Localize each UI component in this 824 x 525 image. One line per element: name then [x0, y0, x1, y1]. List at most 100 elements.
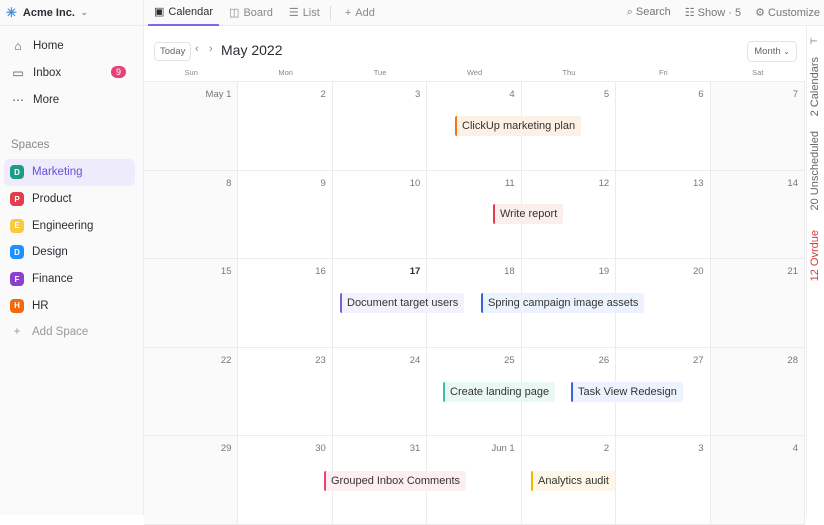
day-number: 27: [692, 354, 704, 366]
space-hr[interactable]: H HR: [4, 292, 135, 319]
list-icon: ☰: [288, 7, 299, 19]
next-month-button[interactable]: ›: [209, 43, 213, 55]
day-number: 10: [409, 177, 421, 189]
nav-label: Home: [33, 39, 64, 52]
calendars-tab[interactable]: 2 Calendars: [809, 57, 821, 116]
day-number: 16: [315, 266, 326, 278]
day-cell[interactable]: 21: [710, 259, 805, 348]
chevron-down-icon: ⌄: [80, 8, 88, 17]
day-number: 21: [787, 266, 798, 278]
prev-month-button[interactable]: ‹: [195, 43, 199, 55]
inbox-icon: ▭: [12, 65, 24, 80]
overdue-tab[interactable]: 12 Ovrdue: [809, 230, 821, 281]
calendar-event[interactable]: ClickUp marketing plan: [455, 116, 582, 136]
calendar-event[interactable]: Document target users: [340, 293, 465, 313]
calendar-event[interactable]: Grouped Inbox Comments: [324, 471, 467, 491]
inbox-badge: 9: [110, 66, 126, 78]
day-number: 11: [504, 177, 515, 189]
tab-board[interactable]: ◫ Board: [223, 0, 279, 26]
customize-button[interactable]: ⚙ Customize: [755, 6, 820, 19]
tab-label: Board: [243, 6, 273, 19]
workspace-switcher[interactable]: ✳ Acme Inc. ⌄: [0, 0, 143, 26]
show-button[interactable]: ☷ Show · 5: [685, 6, 741, 19]
day-cell[interactable]: 6: [616, 82, 711, 171]
day-number: 6: [698, 89, 704, 100]
day-cell[interactable]: 30: [238, 436, 333, 525]
space-finance[interactable]: F Finance: [4, 266, 135, 293]
view-mode-dropdown[interactable]: Month ⌄: [747, 41, 797, 62]
weekday-label: Fri: [658, 68, 668, 77]
add-space-button[interactable]: + Add Space: [4, 319, 135, 346]
space-avatar: P: [10, 192, 24, 207]
day-cell[interactable]: 22: [144, 347, 239, 437]
chevron-down-icon: ⌄: [783, 47, 790, 56]
day-cell[interactable]: 2: [238, 82, 333, 171]
day-number: 26: [598, 354, 610, 366]
collapse-icon[interactable]: ⊤: [809, 37, 819, 45]
day-number: May 1: [205, 89, 232, 100]
day-number: 29: [220, 443, 232, 455]
view-tabs-bar: ▣ Calendar ◫ Board ☰ List + Add ⌕ Search ☷ S…: [144, 0, 824, 26]
space-avatar: D: [10, 165, 24, 180]
day-cell[interactable]: 24: [332, 347, 428, 437]
space-label: Design: [32, 246, 68, 259]
space-design[interactable]: D Design: [4, 239, 135, 266]
day-cell[interactable]: 10: [332, 170, 428, 260]
nav-more[interactable]: ⋯ More: [0, 86, 143, 113]
day-number: 3: [698, 443, 704, 455]
plus-icon: +: [13, 326, 21, 339]
space-label: Product: [32, 193, 72, 206]
day-number: 9: [320, 177, 326, 189]
calendar-event[interactable]: Task View Redesign: [571, 382, 683, 402]
unscheduled-tab[interactable]: 20 Unscheduled: [809, 131, 821, 211]
today-button[interactable]: Today: [154, 42, 192, 61]
calendar-event[interactable]: Write report: [493, 204, 564, 224]
gear-icon: ⚙: [755, 7, 765, 19]
day-cell[interactable]: 3: [332, 82, 428, 171]
nav-label: Inbox: [33, 66, 62, 79]
space-avatar: F: [10, 272, 24, 287]
day-cell[interactable]: 29: [144, 436, 239, 525]
day-cell[interactable]: May 1: [144, 82, 239, 171]
search-icon: ⌕: [626, 6, 633, 18]
day-cell[interactable]: 28: [710, 347, 805, 437]
day-cell[interactable]: 16: [238, 259, 333, 348]
calendar-event[interactable]: Analytics audit: [531, 471, 615, 491]
sliders-icon: ☷: [684, 7, 695, 19]
weekday-label: Wed: [466, 68, 483, 77]
day-cell[interactable]: 8: [144, 170, 239, 260]
day-cell[interactable]: 9: [238, 170, 333, 260]
day-number: 5: [603, 89, 610, 100]
day-cell[interactable]: 14: [710, 170, 805, 260]
add-view-button[interactable]: + Add: [339, 0, 381, 26]
space-label: HR: [32, 299, 49, 312]
day-cell[interactable]: 4: [710, 436, 805, 525]
nav-home[interactable]: ⌂ Home: [0, 32, 143, 59]
day-number: 12: [598, 177, 610, 189]
calendar-event[interactable]: Spring campaign image assets: [481, 293, 645, 313]
search-button[interactable]: ⌕ Search: [627, 6, 671, 19]
day-cell[interactable]: 13: [616, 170, 711, 260]
day-number: 19: [598, 266, 610, 278]
plus-icon: +: [344, 6, 352, 19]
tab-list[interactable]: ☰ List: [283, 0, 326, 26]
day-cell[interactable]: 7: [710, 82, 805, 171]
day-number: 13: [692, 177, 704, 189]
nav-inbox[interactable]: ▭ Inbox 9: [0, 59, 143, 86]
customize-label: Customize: [768, 7, 820, 19]
day-number: 18: [504, 266, 515, 278]
space-label: Marketing: [32, 166, 83, 179]
space-engineering[interactable]: E Engineering: [4, 212, 135, 239]
space-product[interactable]: P Product: [4, 186, 135, 213]
space-marketing[interactable]: D Marketing: [4, 159, 135, 186]
clickup-logo-icon: ✳: [6, 4, 17, 20]
calendar-event[interactable]: Create landing page: [443, 382, 556, 402]
day-number: 2: [320, 89, 326, 100]
day-cell[interactable]: 3: [616, 436, 711, 525]
day-cell[interactable]: 15: [144, 259, 239, 348]
day-number: 31: [409, 443, 421, 455]
tab-calendar[interactable]: ▣ Calendar: [148, 0, 220, 26]
board-icon: ◫: [229, 7, 240, 19]
space-avatar: D: [10, 245, 24, 260]
day-cell[interactable]: 23: [238, 347, 333, 437]
